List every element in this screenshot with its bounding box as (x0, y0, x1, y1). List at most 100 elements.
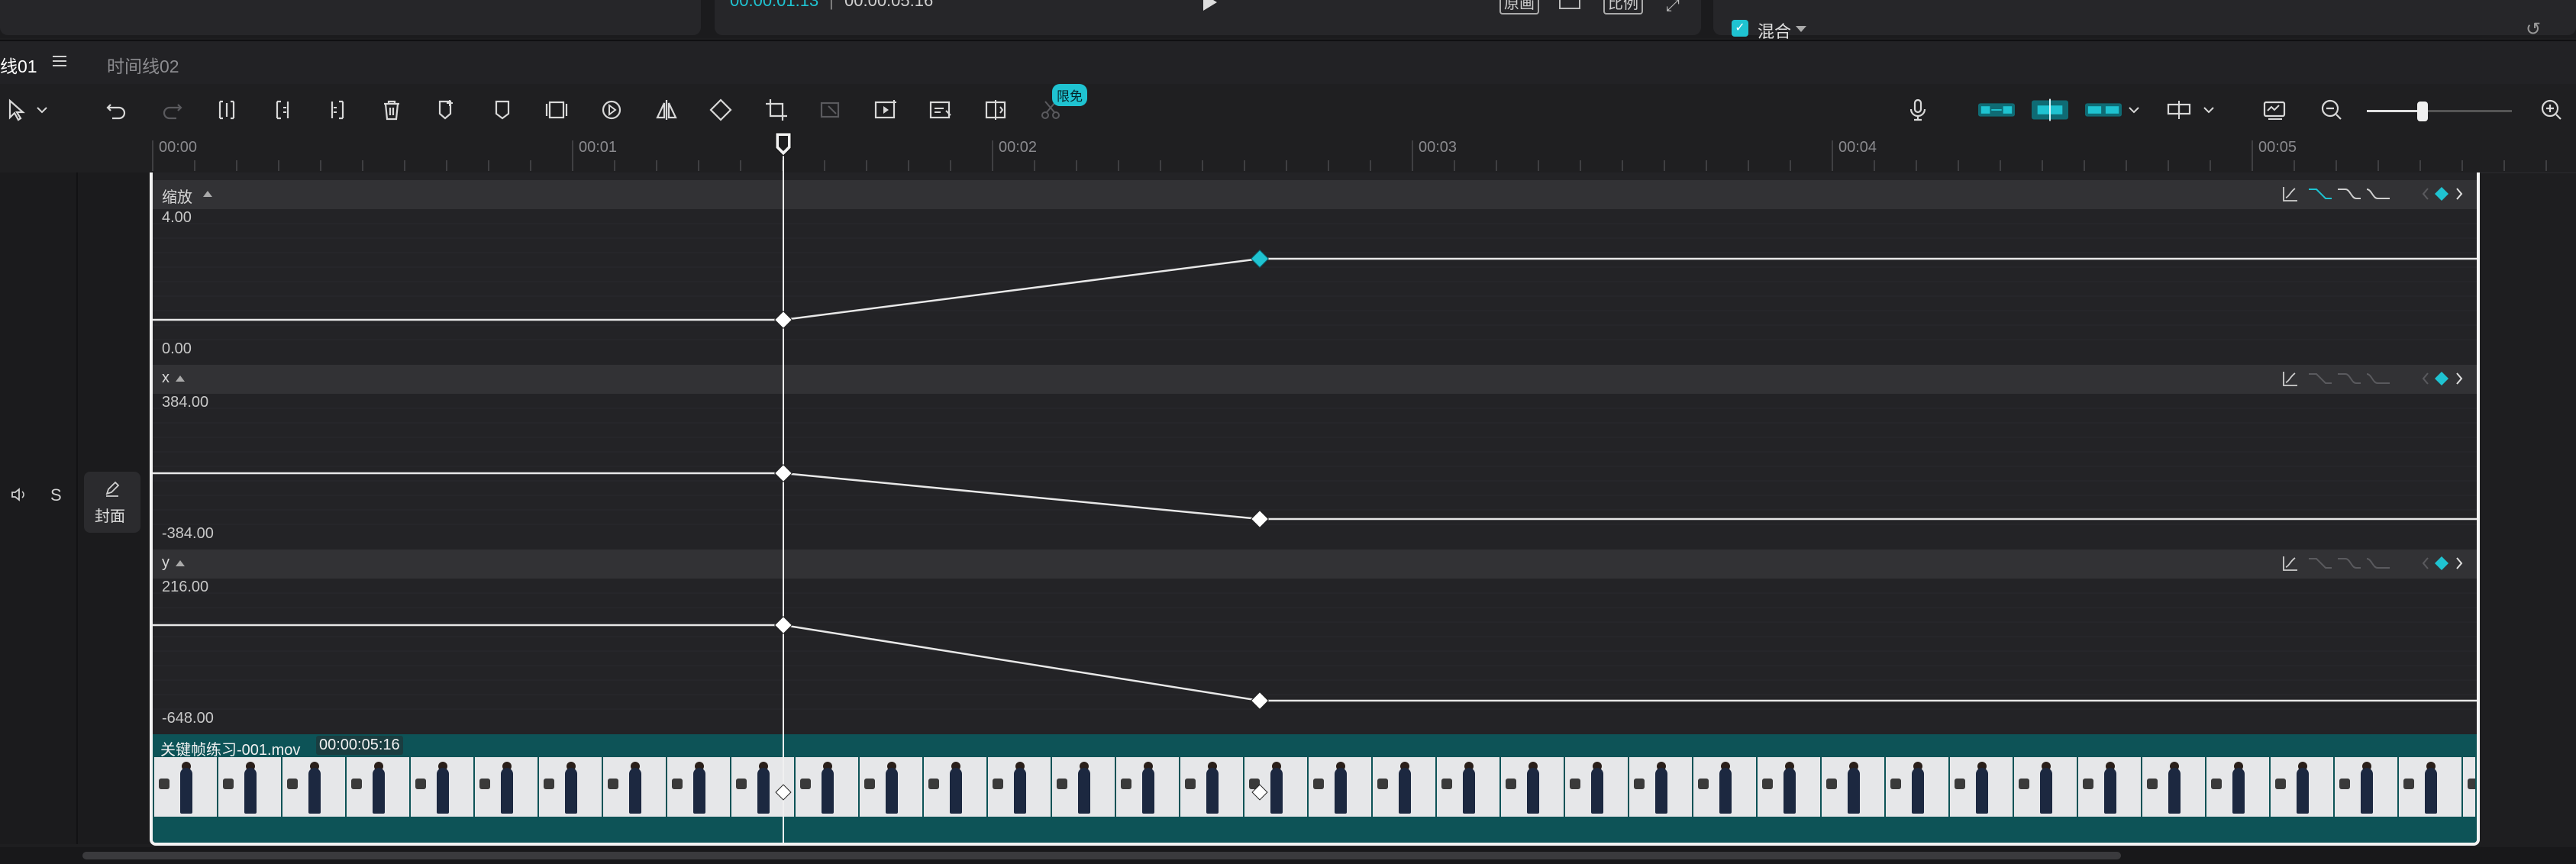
clip-thumbnail (347, 757, 411, 817)
zoom-slider-track[interactable] (2367, 102, 2512, 121)
reverse-icon[interactable] (595, 93, 628, 127)
preview-axis-icon[interactable] (2162, 93, 2196, 127)
undo-icon[interactable] (99, 93, 133, 127)
mirror-icon[interactable] (650, 93, 683, 127)
mark-icon[interactable] (486, 93, 519, 127)
curve-ease-in-icon[interactable] (2336, 185, 2362, 207)
tick-label: 00:05 (2258, 139, 2297, 156)
keyframe-diamond-icon[interactable] (2432, 369, 2451, 392)
keyframe-diamond-icon[interactable] (2432, 185, 2451, 207)
zoom-in-icon[interactable] (2535, 93, 2568, 127)
media-panel-edge (0, 0, 701, 35)
tab-menu-icon[interactable] (52, 55, 67, 67)
track-volume-icon[interactable] (11, 487, 29, 502)
curve-graph-icon[interactable] (2281, 369, 2300, 392)
curve-graph-icon[interactable] (2281, 554, 2300, 576)
clip-thumbnail (2463, 757, 2475, 817)
lane-max-value: 216.00 (162, 579, 209, 595)
linkage-icon[interactable] (2084, 93, 2122, 127)
zoom-out-icon[interactable] (2315, 93, 2348, 127)
video-clip-keyframe-editor[interactable]: 缩放 4.00 0.00 x 384.00 -384.00 y 216.00 -… (150, 172, 2480, 846)
picture-in-picture-icon[interactable] (869, 93, 902, 127)
curve-ease-out-icon[interactable] (2365, 369, 2391, 392)
curve-ease-out-icon[interactable] (2365, 554, 2391, 576)
lane-header-scale[interactable]: 缩放 (153, 180, 2477, 209)
ratio-button[interactable]: 比例 (1603, 0, 1643, 15)
curve-linear-icon[interactable] (2307, 554, 2333, 576)
linkage-chevron-icon[interactable] (2122, 93, 2145, 127)
tab-timeline-02[interactable]: 时间线02 (107, 52, 179, 78)
clip-name: 关键帧练习-001.mov (160, 742, 301, 759)
original-quality-button[interactable]: 原画 (1499, 0, 1539, 15)
lane-body-x[interactable]: 384.00 -384.00 (153, 394, 2477, 542)
rotate-icon[interactable] (704, 93, 738, 127)
zoom-slider-handle[interactable] (2417, 102, 2428, 121)
timeline-horizontal-scrollbar[interactable] (0, 847, 2576, 864)
clip-thumbnail (1052, 757, 1116, 817)
preview-axis-chevron-icon[interactable] (2197, 93, 2220, 127)
expand-icon[interactable]: ⤢ (1666, 0, 1680, 15)
clip-thumbnail (2399, 757, 2463, 817)
fullscreen-preview-icon[interactable] (1559, 0, 1580, 9)
cover-button[interactable]: 封面 (84, 472, 140, 533)
subtitle-recognize-icon[interactable] (924, 93, 957, 127)
edit-toolbar: 限免 (0, 84, 2576, 139)
clip-thumbnail (1116, 757, 1180, 817)
collapse-caret-icon[interactable] (203, 191, 212, 197)
curve-linear-icon[interactable] (2307, 185, 2333, 207)
lane-min-value: -384.00 (162, 525, 214, 542)
delete-icon[interactable] (375, 93, 408, 127)
main-track-magnet-icon[interactable] (1977, 93, 2016, 127)
next-keyframe-icon[interactable] (2454, 369, 2465, 392)
timeline-view-icon[interactable] (2258, 93, 2292, 127)
collapse-caret-icon[interactable] (176, 376, 185, 382)
record-audio-icon[interactable] (1901, 93, 1935, 127)
trim-left-icon[interactable] (266, 93, 299, 127)
crop-icon[interactable] (760, 93, 793, 127)
keyframe-diamond-icon[interactable] (2432, 554, 2451, 576)
clip-thumbnail (1822, 757, 1886, 817)
lane-title: 缩放 (162, 189, 192, 206)
select-tool-chevron-icon[interactable] (31, 93, 53, 127)
lane-header-x[interactable]: x (153, 365, 2477, 394)
lane-body-scale[interactable]: 4.00 0.00 (153, 209, 2477, 357)
tab-timeline-01[interactable]: 线01 (0, 52, 37, 78)
curve-linear-icon[interactable] (2307, 369, 2333, 392)
next-keyframe-icon[interactable] (2454, 185, 2465, 207)
curve-ease-in-icon[interactable] (2336, 369, 2362, 392)
chevron-down-icon[interactable] (1796, 26, 1806, 32)
clip-thumbnail (1309, 757, 1373, 817)
select-tool-icon[interactable] (0, 93, 34, 127)
ruler-minor-ticks (152, 140, 2547, 171)
player-current-time: 00:00:01:13 (730, 0, 819, 10)
scrollbar-thumb[interactable] (82, 852, 2121, 859)
blend-checkbox[interactable]: ✓ (1732, 20, 1748, 37)
lane-max-value: 384.00 (162, 394, 209, 411)
auto-snap-icon[interactable] (2031, 93, 2069, 127)
clip-thumbnail (539, 757, 603, 817)
freeze-frame-icon[interactable] (540, 93, 573, 127)
lane-body-y[interactable]: 216.00 -648.00 (153, 579, 2477, 727)
curve-ease-in-icon[interactable] (2336, 554, 2362, 576)
reset-icon[interactable]: ↺ (2526, 18, 2541, 40)
curve-ease-out-icon[interactable] (2365, 185, 2391, 207)
play-icon[interactable] (1203, 0, 1217, 11)
trim-right-icon[interactable] (321, 93, 354, 127)
next-keyframe-icon[interactable] (2454, 554, 2465, 576)
time-ruler[interactable]: 00:00 00:01 00:02 00:03 00:04 00:05 (0, 137, 2576, 173)
compare-icon[interactable] (980, 93, 1013, 127)
track-solo-button[interactable]: S (50, 485, 62, 505)
curve-graph-icon[interactable] (2281, 185, 2300, 207)
split-icon[interactable] (210, 93, 244, 127)
mark-add-icon[interactable] (429, 93, 463, 127)
clip-filmstrip[interactable]: 关键帧练习-001.mov 00:00:05:16 (153, 734, 2477, 843)
collapse-caret-icon[interactable] (176, 560, 185, 566)
clip-thumbnail (1758, 757, 1822, 817)
clip-thumbnail (603, 757, 667, 817)
prev-keyframe-icon[interactable] (2420, 369, 2431, 392)
prev-keyframe-icon[interactable] (2420, 554, 2431, 576)
inspector-panel-edge: ✓ 混合 ↺ (1713, 0, 2576, 41)
lane-header-y[interactable]: y (153, 550, 2477, 579)
clip-thumbnail (2335, 757, 2399, 817)
prev-keyframe-icon[interactable] (2420, 185, 2431, 207)
